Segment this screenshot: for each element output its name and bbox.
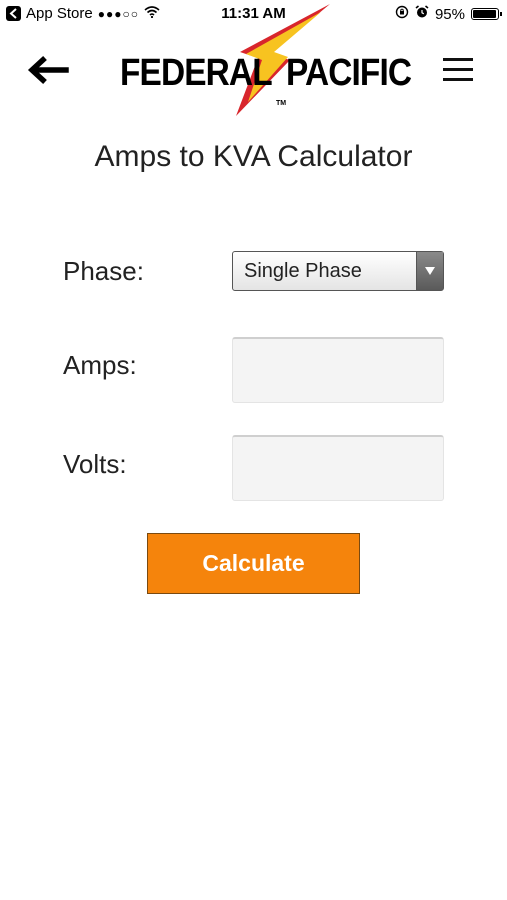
amps-input[interactable]	[232, 337, 444, 403]
hamburger-menu-icon[interactable]	[443, 58, 473, 84]
calculate-button[interactable]: Calculate	[147, 533, 360, 594]
volts-label: Volts:	[63, 449, 127, 479]
page-title: Amps to KVA Calculator	[94, 140, 413, 173]
phase-select[interactable]: Single Phase	[232, 251, 444, 291]
federal-pacific-logo: FEDERAL PACIFIC TM	[120, 4, 412, 120]
app-screen: App Store ●●●○○ 11:31 AM 95% FEDERAL PAC…	[0, 0, 507, 900]
phase-selected-value: Single Phase	[244, 260, 362, 282]
battery-icon	[471, 8, 502, 20]
amps-label: Amps:	[63, 350, 137, 380]
back-arrow-icon[interactable]	[26, 52, 70, 88]
app-header: FEDERAL PACIFIC TM	[0, 4, 507, 120]
logo-word-left: FEDERAL	[120, 52, 273, 94]
alarm-clock-icon	[415, 5, 429, 23]
menu-bar	[443, 68, 473, 71]
logo-trademark: TM	[276, 100, 287, 107]
orientation-lock-icon	[395, 5, 409, 23]
battery-level-fill	[473, 10, 496, 18]
battery-percent: 95%	[434, 5, 465, 23]
logo-word-right: PACIFIC	[286, 52, 412, 94]
volts-input[interactable]	[232, 435, 444, 501]
chevron-down-icon	[416, 252, 443, 290]
menu-bar	[443, 78, 473, 81]
phase-label: Phase:	[63, 256, 144, 286]
status-right: 95%	[395, 5, 502, 23]
menu-bar	[443, 58, 473, 61]
